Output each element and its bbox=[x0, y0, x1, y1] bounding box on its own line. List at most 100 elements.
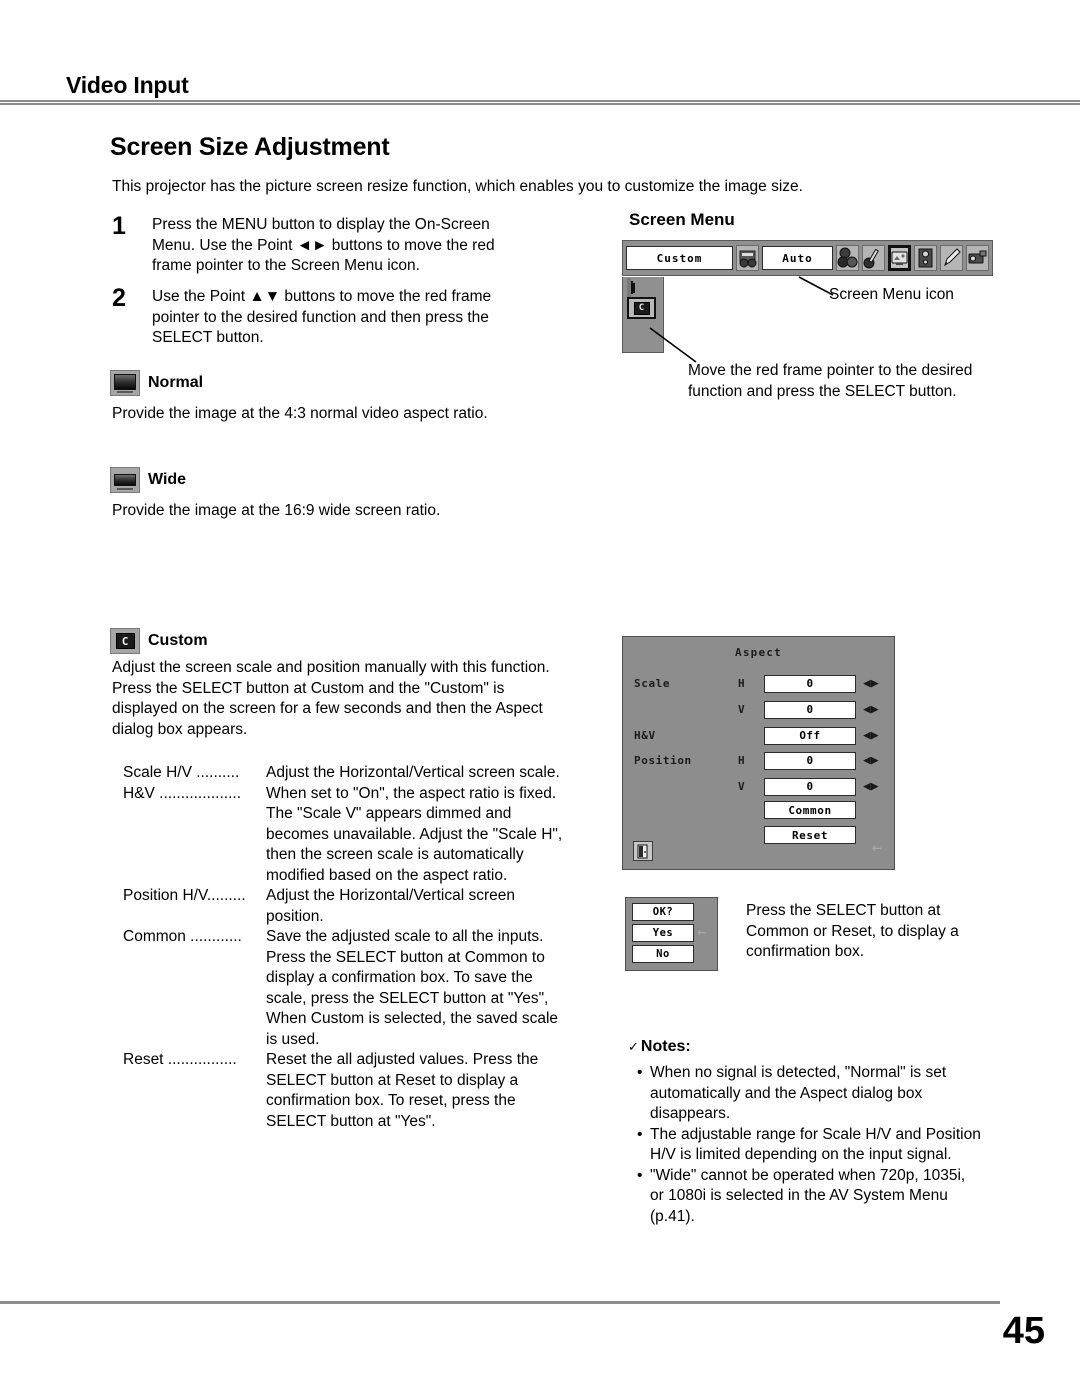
osd-menu-bar: Custom Auto bbox=[622, 240, 993, 276]
color-adjust-icon[interactable] bbox=[836, 245, 859, 271]
option-wide-description: Provide the image at the 16:9 wide scree… bbox=[112, 502, 441, 519]
aspect-dialog-title: Aspect bbox=[735, 646, 782, 659]
screen-menu-icon[interactable] bbox=[888, 245, 911, 271]
note-item: • The adjustable range for Scale H/V and… bbox=[637, 1125, 982, 1166]
aspect-label-hv: H&V bbox=[634, 729, 656, 742]
wide-screen-icon bbox=[110, 467, 140, 493]
definition-term: Common ............ bbox=[123, 928, 242, 945]
aspect-reset-button[interactable]: Reset bbox=[764, 826, 856, 844]
aspect-arrows-position-h[interactable]: ◀▶ bbox=[863, 754, 879, 767]
intro-paragraph: This projector has the picture screen re… bbox=[112, 178, 803, 195]
option-custom-description: Adjust the screen scale and position man… bbox=[112, 659, 550, 738]
option-normal-heading: Normal bbox=[110, 370, 203, 396]
step-2-text: Use the Point ▲▼ buttons to move the red… bbox=[152, 288, 492, 346]
osd-system-value[interactable]: Auto bbox=[762, 246, 833, 270]
definition-description: When set to "On", the aspect ratio is fi… bbox=[266, 784, 563, 884]
note-item: • When no signal is detected, "Normal" i… bbox=[637, 1063, 982, 1125]
definition-term: Scale H/V .......... bbox=[123, 764, 240, 781]
aspect-arrows-scale-h[interactable]: ◀▶ bbox=[863, 677, 879, 690]
aspect-axis-h: H bbox=[738, 677, 745, 690]
wide-screen-icon[interactable] bbox=[629, 278, 635, 297]
definition-description: Save the adjusted scale to all the input… bbox=[266, 928, 559, 1048]
osd-input-value[interactable]: Custom bbox=[626, 246, 734, 270]
input-source-icon[interactable] bbox=[736, 245, 760, 271]
option-custom-heading: C Custom bbox=[110, 628, 208, 654]
definition-description: Adjust the Horizontal/Vertical screen sc… bbox=[266, 764, 560, 781]
step-2: 2 Use the Point ▲▼ buttons to move the r… bbox=[112, 284, 532, 349]
note-item: • "Wide" cannot be operated when 720p, 1… bbox=[637, 1166, 982, 1228]
confirm-prompt: OK? bbox=[632, 903, 694, 921]
definition-row: Position H/V......... Adjust the Horizon… bbox=[123, 886, 573, 927]
setting-pen-icon[interactable] bbox=[940, 245, 963, 271]
note-text: When no signal is detected, "Normal" is … bbox=[650, 1064, 947, 1122]
image-adjust-icon[interactable] bbox=[862, 245, 885, 271]
pointer-arrow-icon: ← bbox=[697, 922, 707, 941]
aspect-label-scale: Scale bbox=[634, 677, 671, 690]
definition-row: H&V ................... When set to "On"… bbox=[123, 784, 573, 887]
aspect-row-scale-v: V 0 ◀▶ bbox=[623, 700, 894, 719]
aspect-value-hv[interactable]: Off bbox=[764, 726, 856, 745]
definition-term: Reset ................ bbox=[123, 1051, 237, 1068]
aspect-axis-v: V bbox=[738, 703, 745, 716]
note-text: The adjustable range for Scale H/V and P… bbox=[650, 1125, 981, 1164]
aspect-row-scale-h: Scale H 0 ◀▶ bbox=[623, 674, 894, 693]
aspect-value-scale-v[interactable]: 0 bbox=[764, 700, 856, 719]
definition-description: Adjust the Horizontal/Vertical screen po… bbox=[266, 887, 515, 925]
page-title: Screen Size Adjustment bbox=[110, 133, 390, 161]
definition-description: Reset the all adjusted values. Press the… bbox=[266, 1051, 539, 1130]
check-icon: ✓ bbox=[628, 1039, 639, 1054]
custom-settings-definition-list: Scale H/V .......... Adjust the Horizont… bbox=[123, 763, 573, 1132]
bullet-icon: • bbox=[637, 1166, 643, 1184]
callout-screen-menu-icon-label: Screen Menu icon bbox=[829, 286, 954, 303]
step-2-number: 2 bbox=[112, 284, 126, 312]
normal-screen-icon bbox=[110, 370, 140, 396]
aspect-dialog: Aspect Scale H 0 ◀▶ V 0 ◀▶ H&V Off ◀▶ Po… bbox=[622, 636, 895, 870]
notes-title-text: Notes: bbox=[640, 1038, 691, 1055]
notes-list: • When no signal is detected, "Normal" i… bbox=[637, 1063, 982, 1227]
bullet-icon: • bbox=[637, 1064, 643, 1081]
bullet-icon: • bbox=[637, 1125, 643, 1143]
aspect-row-position-h: Position H 0 ◀▶ bbox=[623, 751, 894, 770]
option-normal-description: Provide the image at the 4:3 normal vide… bbox=[112, 405, 488, 422]
note-text: "Wide" cannot be operated when 720p, 103… bbox=[650, 1166, 966, 1225]
definition-row: Reset ................ Reset the all adj… bbox=[123, 1050, 573, 1132]
definition-term: H&V ................... bbox=[123, 784, 241, 802]
page-header-title: Video Input bbox=[66, 72, 189, 98]
aspect-value-position-h[interactable]: 0 bbox=[764, 751, 856, 770]
sound-icon[interactable] bbox=[914, 245, 937, 271]
aspect-row-position-v: V 0 ◀▶ bbox=[623, 777, 894, 796]
confirm-yes-button[interactable]: Yes bbox=[632, 924, 694, 942]
step-1-number: 1 bbox=[112, 212, 126, 240]
callout-red-frame-pointer-text: Move the red frame pointer to the desire… bbox=[688, 362, 973, 400]
callout-line-red-frame-pointer bbox=[649, 327, 697, 363]
screen-menu-heading: Screen Menu bbox=[629, 210, 735, 229]
option-normal-label: Normal bbox=[148, 374, 204, 391]
option-custom-label: Custom bbox=[148, 632, 208, 649]
aspect-row-hv: H&V Off ◀▶ bbox=[623, 726, 894, 745]
aspect-label-position: Position bbox=[634, 754, 692, 767]
confirmation-box: OK? Yes No ← bbox=[625, 897, 718, 971]
aspect-value-scale-h[interactable]: 0 bbox=[764, 674, 856, 693]
option-wide-label: Wide bbox=[148, 471, 187, 488]
definition-row: Scale H/V .......... Adjust the Horizont… bbox=[123, 763, 573, 784]
confirmation-box-caption: Press the SELECT button at Common or Res… bbox=[746, 902, 959, 960]
projector-info-icon[interactable] bbox=[966, 245, 989, 271]
page-number: 45 bbox=[1002, 1310, 1045, 1352]
definition-term: Position H/V......... bbox=[123, 887, 246, 904]
custom-screen-icon[interactable]: C bbox=[627, 297, 656, 319]
exit-door-icon[interactable] bbox=[633, 841, 653, 861]
definition-row: Common ............ Save the adjusted sc… bbox=[123, 927, 573, 1050]
step-1: 1 Press the MENU button to display the O… bbox=[112, 212, 532, 277]
aspect-arrows-position-v[interactable]: ◀▶ bbox=[863, 780, 879, 793]
aspect-value-position-v[interactable]: 0 bbox=[764, 777, 856, 796]
aspect-axis-h: H bbox=[738, 754, 745, 767]
aspect-axis-v: V bbox=[738, 780, 745, 793]
step-1-text: Press the MENU button to display the On-… bbox=[152, 216, 495, 274]
aspect-arrows-scale-v[interactable]: ◀▶ bbox=[863, 703, 879, 716]
option-wide-heading: Wide bbox=[110, 467, 186, 493]
footer-divider bbox=[0, 1301, 1000, 1304]
header-divider bbox=[0, 100, 1080, 105]
aspect-arrows-hv[interactable]: ◀▶ bbox=[863, 729, 879, 742]
confirm-no-button[interactable]: No bbox=[632, 945, 694, 963]
aspect-common-button[interactable]: Common bbox=[764, 801, 856, 819]
